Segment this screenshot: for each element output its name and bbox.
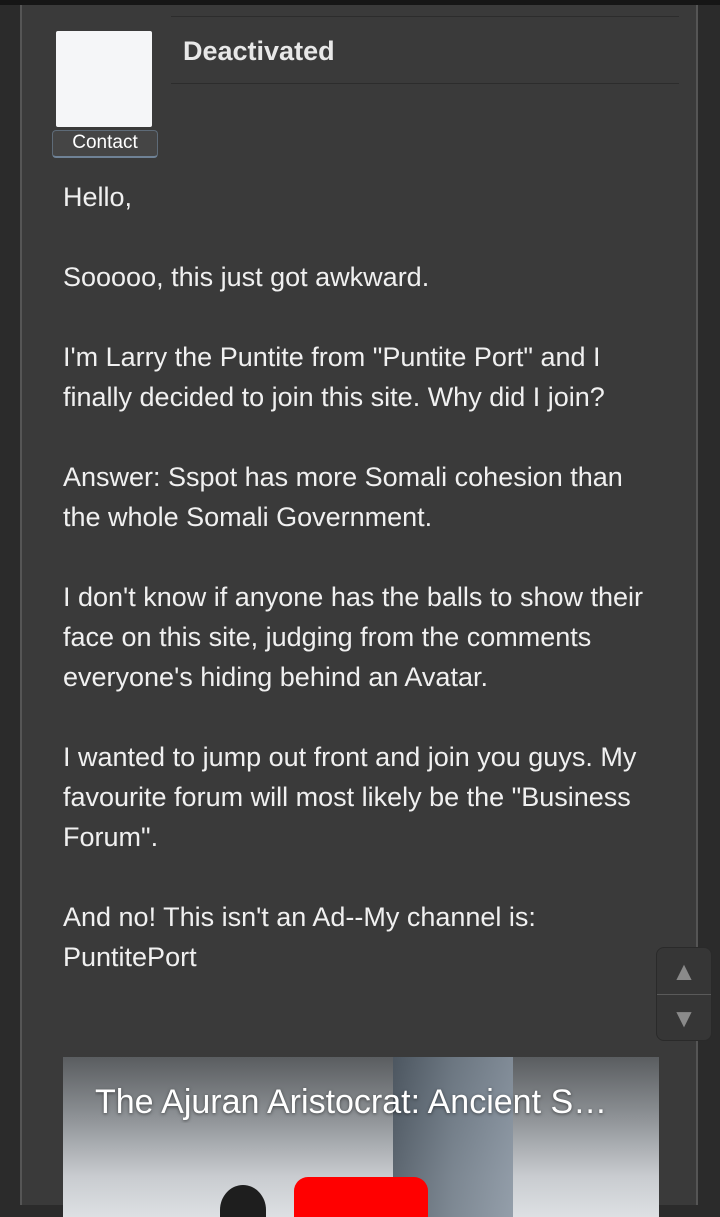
- scroll-down-icon[interactable]: ▼: [657, 995, 711, 1041]
- scroll-controls: ▲ ▼: [656, 947, 712, 1041]
- post-paragraph: I'm Larry the Puntite from "Puntite Port…: [63, 342, 605, 412]
- post-paragraph: I don't know if anyone has the balls to …: [63, 582, 643, 692]
- forum-post: Contact Deactivated Hello, Sooooo, this …: [20, 5, 712, 1217]
- play-button-icon[interactable]: [294, 1177, 428, 1217]
- header-divider-top: [171, 16, 679, 17]
- header-divider-bottom: [171, 83, 679, 84]
- video-thumbnail-person: [220, 1185, 266, 1217]
- post-paragraph: And no! This isn't an Ad--My channel is:…: [63, 902, 536, 972]
- contact-button[interactable]: Contact: [52, 130, 158, 158]
- video-embed[interactable]: The Ajuran Aristocrat: Ancient S…: [63, 1057, 659, 1217]
- username[interactable]: Deactivated: [183, 33, 335, 69]
- video-title[interactable]: The Ajuran Aristocrat: Ancient S…: [95, 1081, 635, 1123]
- post-paragraph: Hello,: [63, 182, 133, 212]
- scroll-up-icon[interactable]: ▲: [657, 948, 711, 994]
- post-paragraph: Sooooo, this just got awkward.: [63, 262, 430, 292]
- post-paragraph: I wanted to jump out front and join you …: [63, 742, 637, 852]
- post-paragraph: Answer: Sspot has more Somali cohesion t…: [63, 462, 623, 532]
- avatar[interactable]: [56, 31, 152, 127]
- post-body: Hello, Sooooo, this just got awkward. I'…: [63, 177, 663, 977]
